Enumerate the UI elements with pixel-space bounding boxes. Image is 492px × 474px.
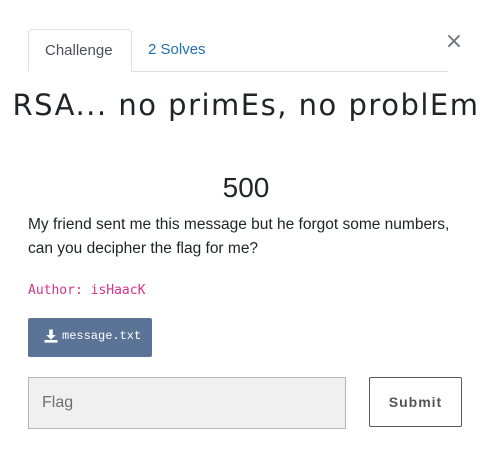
challenge-description: My friend sent me this message but he fo… [28, 216, 450, 257]
download-file-button[interactable]: message.txt [28, 318, 152, 357]
challenge-modal: × Challenge 2 Solves RSA... no primEs, n… [0, 0, 492, 474]
flag-input[interactable] [28, 377, 346, 429]
download-icon [44, 329, 58, 343]
challenge-value: 500 [222, 172, 270, 203]
challenge-author: Author: isHaacK [28, 283, 146, 298]
tab-solves[interactable]: 2 Solves [132, 29, 222, 71]
challenge-name: RSA... no primEs, no problEm [12, 88, 480, 122]
challenge-tabs: Challenge 2 Solves [28, 29, 448, 72]
file-name: message.txt [62, 329, 142, 343]
submit-button[interactable]: Submit [369, 377, 462, 427]
tab-challenge[interactable]: Challenge [28, 29, 132, 72]
